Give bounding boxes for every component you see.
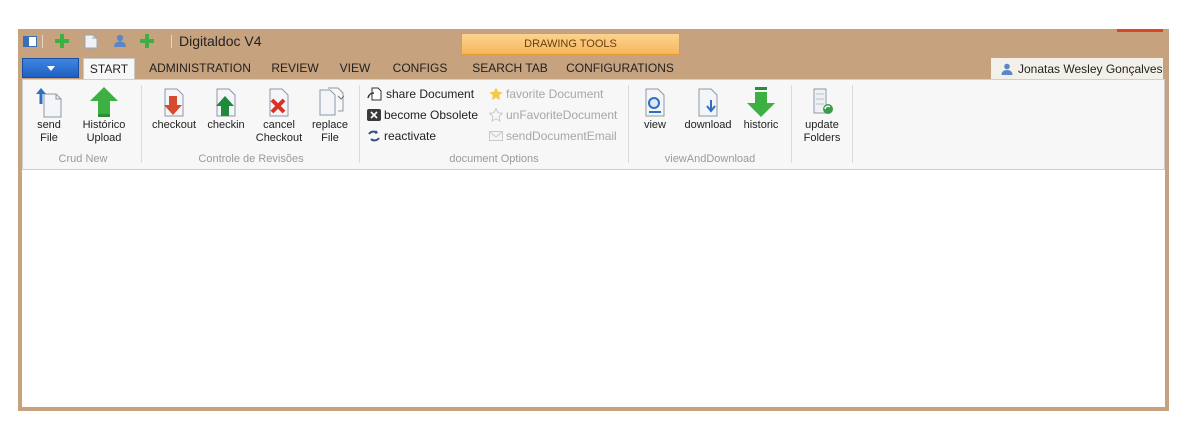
title-bar: Digitaldoc V4 DRAWING TOOLS — [18, 29, 1169, 56]
replace-file-button[interactable]: replace File — [307, 85, 353, 145]
send-file-label-line2: File — [40, 132, 58, 144]
update-folders-icon — [806, 85, 838, 119]
download-button[interactable]: download — [679, 85, 737, 132]
historic-button[interactable]: historic — [739, 85, 783, 132]
chevron-down-icon — [46, 65, 55, 71]
contextual-tab-header: DRAWING TOOLS — [461, 33, 680, 55]
historico-upload-label-line1: Histórico — [82, 119, 126, 131]
replace-file-icon — [314, 85, 346, 119]
star-icon — [489, 87, 503, 100]
send-file-icon — [33, 85, 65, 119]
ribbon-panel: send File Histórico Upload Crud New chec… — [22, 79, 1165, 170]
cancel-checkout-label-line1: cancel — [263, 119, 295, 131]
tab-administration[interactable]: ADMINISTRATION — [145, 58, 255, 79]
star-outline-icon — [489, 108, 503, 122]
cancel-checkout-button[interactable]: cancel Checkout — [251, 85, 307, 145]
download-arrow-icon — [745, 85, 777, 119]
group-label-controle-revisoes: Controle de Revisões — [198, 153, 304, 165]
reactivate-label: reactivate — [384, 129, 437, 143]
download-label: download — [684, 119, 732, 131]
reactivate-button[interactable]: reactivate — [367, 127, 436, 145]
share-document-label: share Document — [386, 87, 475, 101]
view-icon — [639, 85, 671, 119]
close-button[interactable] — [1117, 29, 1163, 32]
document-content-area[interactable] — [22, 170, 1165, 407]
unfavorite-document-label: unFavoriteDocument — [506, 108, 618, 122]
send-file-label-line1: send — [37, 119, 61, 131]
group-label-view-and-download: viewAndDownload — [664, 153, 756, 165]
tab-start[interactable]: START — [83, 58, 135, 79]
new-document-icon[interactable] — [83, 33, 99, 49]
user-icon[interactable] — [112, 33, 128, 49]
replace-file-label-line1: replace — [311, 119, 349, 131]
historico-upload-label-line2: Upload — [86, 132, 122, 144]
checkout-label: checkout — [151, 119, 197, 131]
send-file-button[interactable]: send File — [31, 85, 67, 145]
checkin-label: checkin — [207, 119, 245, 131]
unfavorite-document-button[interactable]: unFavoriteDocument — [489, 106, 617, 124]
update-folders-label-line1: update — [805, 119, 839, 131]
checkin-button[interactable]: checkin — [203, 85, 249, 132]
cancel-checkout-label-line2: Checkout — [255, 132, 303, 144]
obsolete-icon — [367, 109, 381, 121]
checkout-button[interactable]: checkout — [148, 85, 200, 132]
send-document-email-label: sendDocumentEmail — [506, 129, 617, 143]
email-icon — [489, 131, 503, 141]
become-obsolete-label: become Obsolete — [384, 108, 479, 122]
tab-configs[interactable]: CONFIGS — [386, 58, 454, 79]
favorite-document-button[interactable]: favorite Document — [489, 85, 603, 103]
group-separator — [628, 85, 629, 163]
add-icon[interactable] — [54, 33, 70, 49]
group-separator — [141, 85, 142, 163]
view-button[interactable]: view — [637, 85, 673, 132]
tab-review[interactable]: REVIEW — [266, 58, 324, 79]
tab-search[interactable]: SEARCH TAB — [464, 58, 556, 79]
historico-upload-button[interactable]: Histórico Upload — [75, 85, 133, 145]
checkin-icon — [210, 85, 242, 119]
send-document-email-button[interactable]: sendDocumentEmail — [489, 127, 617, 145]
group-separator — [852, 85, 853, 163]
tab-configurations[interactable]: CONFIGURATIONS — [562, 58, 678, 79]
quick-access-separator — [42, 35, 43, 48]
app-window: Digitaldoc V4 DRAWING TOOLS START ADMINI… — [18, 29, 1169, 411]
file-menu-button[interactable] — [22, 58, 79, 78]
update-folders-label-line2: Folders — [803, 132, 841, 144]
checkout-icon — [158, 85, 190, 119]
historic-label: historic — [743, 119, 779, 131]
share-icon — [367, 87, 382, 101]
app-title: Digitaldoc V4 — [179, 33, 262, 49]
view-label: view — [643, 119, 666, 131]
group-label-document-options: document Options — [449, 153, 539, 165]
ribbon-tab-bar: START ADMINISTRATION REVIEW VIEW CONFIGS… — [22, 56, 1165, 79]
add-icon[interactable] — [139, 33, 155, 49]
group-label-crud-new: Crud New — [58, 153, 108, 165]
quick-access-separator — [171, 35, 172, 48]
reactivate-icon — [368, 130, 380, 142]
current-user[interactable]: Jonatas Wesley Gonçalves — [991, 58, 1163, 79]
user-icon — [1001, 63, 1013, 75]
replace-file-label-line2: File — [321, 132, 339, 144]
tab-view[interactable]: VIEW — [334, 58, 376, 79]
group-separator — [791, 85, 792, 163]
cancel-checkout-icon — [263, 85, 295, 119]
window-menu-icon[interactable] — [22, 33, 38, 49]
favorite-document-label: favorite Document — [506, 87, 604, 101]
share-document-button[interactable]: share Document — [367, 85, 474, 103]
become-obsolete-button[interactable]: become Obsolete — [367, 106, 478, 124]
upload-arrow-icon — [88, 85, 120, 119]
update-folders-button[interactable]: update Folders — [798, 85, 846, 145]
user-name: Jonatas Wesley Gonçalves — [1018, 61, 1163, 76]
group-separator — [359, 85, 360, 163]
download-icon — [692, 85, 724, 119]
